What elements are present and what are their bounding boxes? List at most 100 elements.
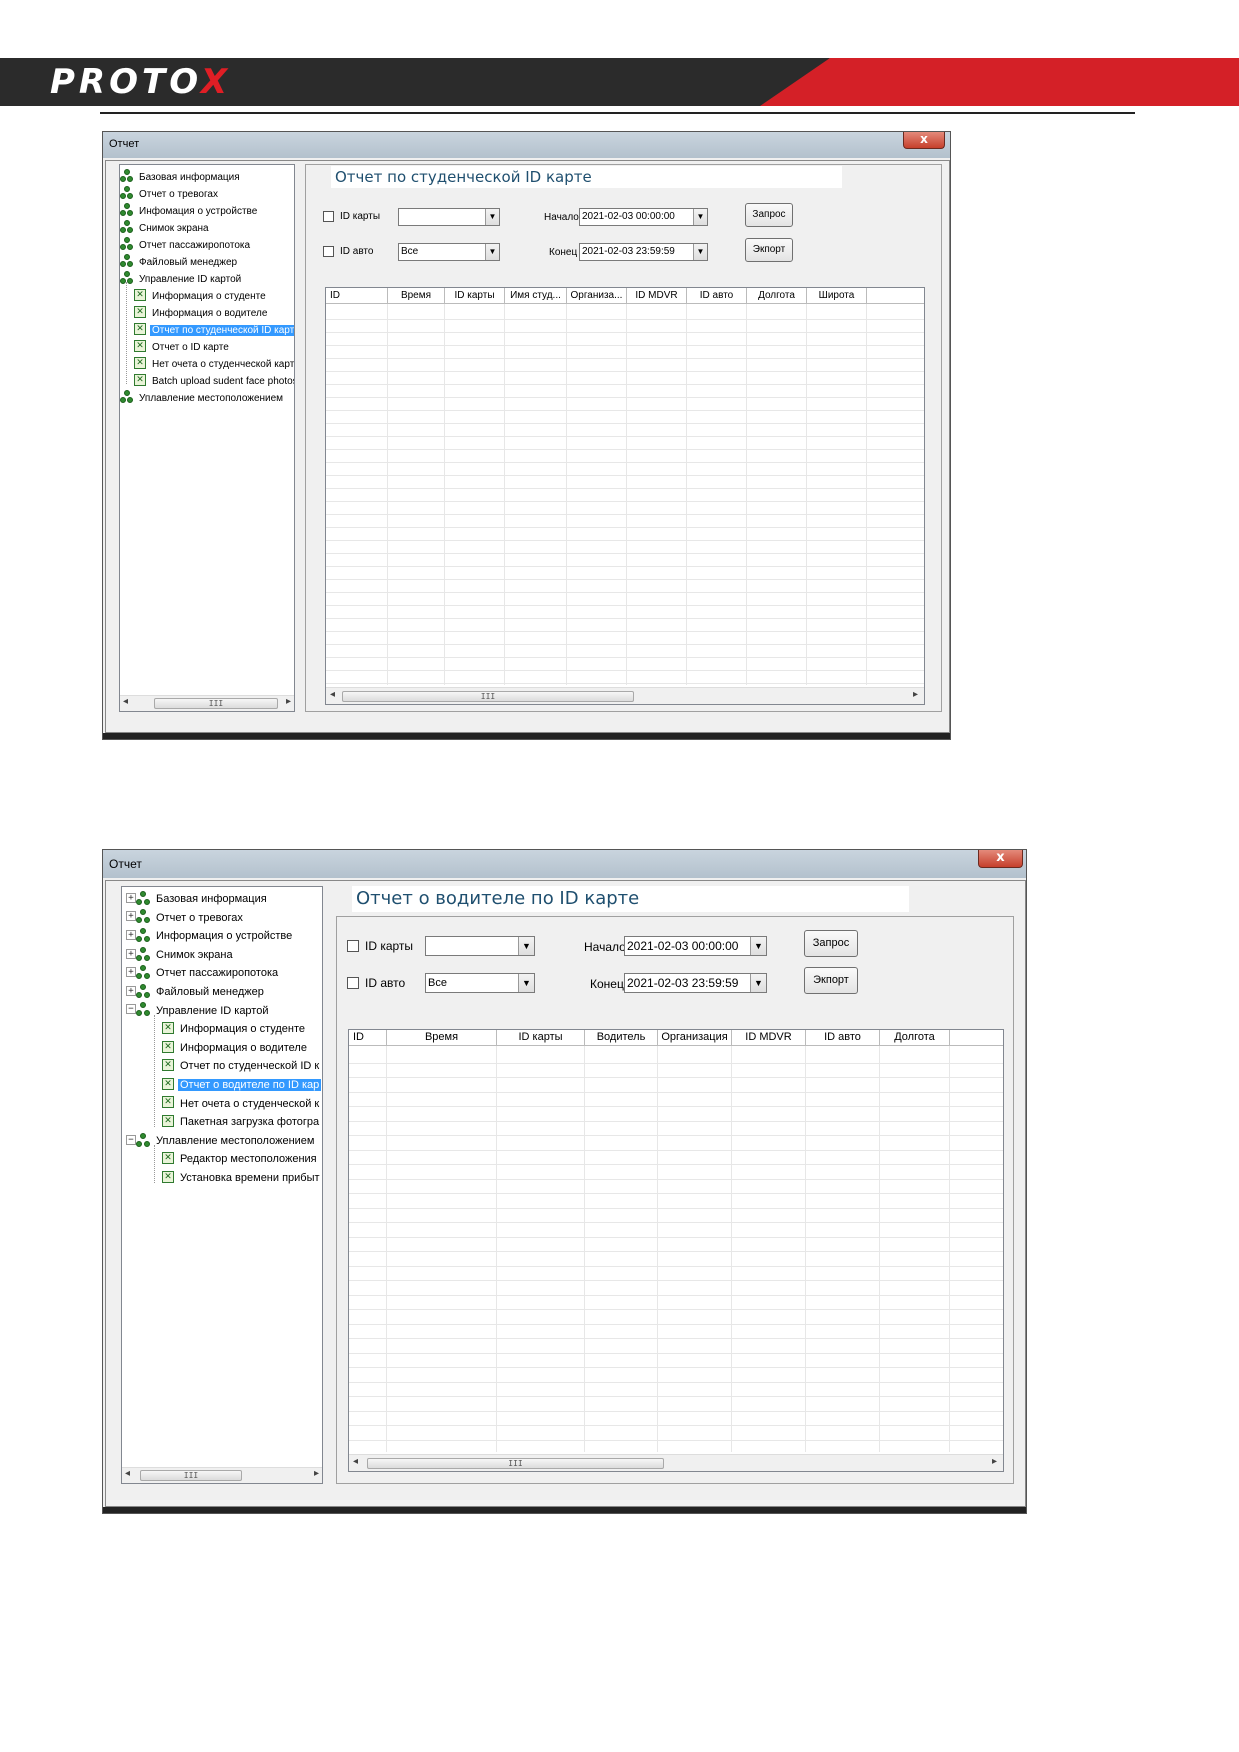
scroll-left-icon[interactable]: ◂ <box>330 689 335 700</box>
id-card-select[interactable]: ▼ <box>425 936 535 956</box>
tree-item[interactable]: ✕ Информация о студенте <box>134 286 268 303</box>
export-button[interactable]: Экпорт <box>804 967 858 994</box>
tree-item-selected[interactable]: ✕ Отчет по студенческой ID карте <box>134 320 294 337</box>
expand-icon[interactable]: + <box>126 911 136 922</box>
horizontal-scrollbar[interactable]: ◂ III ▸ <box>326 687 924 704</box>
chevron-down-icon[interactable]: ▼ <box>518 937 534 955</box>
checkbox-box[interactable] <box>347 940 359 952</box>
export-button[interactable]: Экпорт <box>745 238 793 262</box>
id-card-checkbox[interactable]: ID карты <box>347 939 413 953</box>
scroll-right-icon[interactable]: ▸ <box>314 1468 319 1479</box>
expand-icon[interactable]: + <box>126 929 136 940</box>
tree-item[interactable]: ✕ Информация о водителе <box>134 303 269 320</box>
scroll-right-icon[interactable]: ▸ <box>913 689 918 700</box>
expand-icon[interactable]: + <box>126 967 136 978</box>
scroll-left-icon[interactable]: ◂ <box>353 1456 358 1467</box>
title-bar[interactable] <box>103 850 1026 878</box>
column-header[interactable]: Долгота <box>747 288 807 303</box>
tree-item[interactable]: + Отчет пассажиропотока <box>126 963 280 982</box>
column-header[interactable]: ID MDVR <box>627 288 687 303</box>
tree-item[interactable]: Базовая информация <box>120 167 242 184</box>
collapse-icon[interactable]: − <box>126 1134 136 1145</box>
expand-icon[interactable]: + <box>126 985 136 996</box>
end-datetime[interactable]: 2021-02-03 23:59:59 ▼ <box>579 243 708 261</box>
tree-item[interactable]: ✕ Нет очета о студенческой карте <box>134 354 294 371</box>
column-header[interactable]: Время <box>387 1030 497 1045</box>
tree-item[interactable]: + Отчет о тревогах <box>126 908 245 927</box>
scroll-left-icon[interactable]: ◂ <box>125 1468 130 1479</box>
horizontal-scrollbar[interactable]: ◂ III ▸ <box>349 1454 1003 1471</box>
scroll-right-icon[interactable]: ▸ <box>286 696 291 707</box>
tree-item[interactable]: + Снимок экрана <box>126 945 235 964</box>
scrollbar-thumb[interactable]: III <box>342 691 634 702</box>
tree-item[interactable]: Отчет о тревогах <box>120 184 220 201</box>
tree-item[interactable]: Управление ID картой <box>120 269 243 286</box>
expand-icon[interactable]: + <box>126 948 136 959</box>
tree-item-selected[interactable]: ✕ Отчет о водителе по ID кар <box>162 1075 322 1094</box>
tree-item[interactable]: − Управление ID картой <box>126 1001 271 1020</box>
tree-item[interactable]: Инфомация о устройстве <box>120 201 259 218</box>
tree-item[interactable]: ✕ Информация о студенте <box>162 1019 307 1038</box>
chevron-down-icon[interactable]: ▼ <box>485 244 499 260</box>
close-button[interactable]: x <box>903 132 945 149</box>
start-datetime[interactable]: 2021-02-03 00:00:00 ▼ <box>579 208 708 226</box>
chevron-down-icon[interactable]: ▼ <box>693 244 707 260</box>
tree-item[interactable]: ✕ Отчет о ID карте <box>134 337 231 354</box>
column-header[interactable]: ID <box>349 1030 387 1045</box>
scrollbar-thumb[interactable]: III <box>140 1470 242 1481</box>
column-header[interactable]: Долгота <box>880 1030 950 1045</box>
tree-item[interactable]: Уплавление местоположением <box>120 388 285 405</box>
chevron-down-icon[interactable]: ▼ <box>485 209 499 225</box>
chevron-down-icon[interactable]: ▼ <box>750 937 766 955</box>
tree-item[interactable]: ✕ Batch upload sudent face photos <box>134 371 294 388</box>
horizontal-scrollbar[interactable]: ◂ III ▸ <box>120 695 294 711</box>
column-header[interactable]: Время <box>388 288 445 303</box>
tree-item[interactable]: Снимок экрана <box>120 218 211 235</box>
start-datetime[interactable]: 2021-02-03 00:00:00 ▼ <box>624 936 767 956</box>
scrollbar-thumb[interactable]: III <box>367 1458 664 1469</box>
tree-item[interactable]: ✕ Информация о водителе <box>162 1038 309 1057</box>
id-card-select[interactable]: ▼ <box>398 208 500 226</box>
column-header[interactable]: ID <box>326 288 388 303</box>
chevron-down-icon[interactable]: ▼ <box>518 974 534 992</box>
checkbox-box[interactable] <box>347 977 359 989</box>
title-bar[interactable] <box>103 132 950 158</box>
column-header[interactable]: Имя студ... <box>505 288 567 303</box>
id-card-checkbox[interactable]: ID карты <box>323 211 380 222</box>
tree-item[interactable]: + Базовая информация <box>126 889 269 908</box>
checkbox-box[interactable] <box>323 211 334 222</box>
query-button[interactable]: Запрос <box>804 930 858 957</box>
scrollbar-thumb[interactable]: III <box>154 698 278 709</box>
tree-item[interactable]: Файловый менеджер <box>120 252 239 269</box>
checkbox-box[interactable] <box>323 246 334 257</box>
column-header[interactable]: Широта <box>807 288 867 303</box>
id-auto-select[interactable]: Все ▼ <box>425 973 535 993</box>
column-header[interactable]: ID карты <box>445 288 505 303</box>
column-header[interactable]: ID авто <box>806 1030 880 1045</box>
chevron-down-icon[interactable]: ▼ <box>750 974 766 992</box>
scroll-right-icon[interactable]: ▸ <box>992 1456 997 1467</box>
column-header[interactable]: Водитель <box>585 1030 658 1045</box>
column-header[interactable]: ID авто <box>687 288 747 303</box>
expand-icon[interactable]: + <box>126 892 136 903</box>
column-header[interactable]: ID карты <box>497 1030 585 1045</box>
results-table[interactable]: ID Время ID карты Водитель Организация ID MDV… <box>348 1029 1004 1472</box>
id-auto-select[interactable]: Все ▼ <box>398 243 500 261</box>
close-button[interactable]: x <box>978 850 1023 868</box>
tree-item[interactable]: ✕ Отчет по студенческой ID к <box>162 1056 321 1075</box>
tree-item[interactable]: ✕ Нет очета о студенческой к <box>162 1094 321 1113</box>
column-header[interactable]: ID MDVR <box>732 1030 806 1045</box>
tree-item[interactable]: + Информация о устройстве <box>126 926 294 945</box>
id-auto-checkbox[interactable]: ID авто <box>323 246 373 257</box>
chevron-down-icon[interactable]: ▼ <box>693 209 707 225</box>
results-table[interactable]: ID Время ID карты Имя студ... Организа... ID … <box>325 287 925 705</box>
id-auto-checkbox[interactable]: ID авто <box>347 976 405 990</box>
collapse-icon[interactable]: − <box>126 1004 136 1015</box>
tree-item[interactable]: + Файловый менеджер <box>126 982 266 1001</box>
tree-item[interactable]: ✕ Пакетная загрузка фотогра <box>162 1112 321 1131</box>
scroll-left-icon[interactable]: ◂ <box>123 696 128 707</box>
column-header[interactable]: Организация <box>658 1030 732 1045</box>
tree-item[interactable]: ✕ Редактор местоположения <box>162 1149 319 1168</box>
tree-item[interactable]: ✕ Установка времени прибыт <box>162 1168 322 1187</box>
column-header[interactable]: Организа... <box>567 288 627 303</box>
